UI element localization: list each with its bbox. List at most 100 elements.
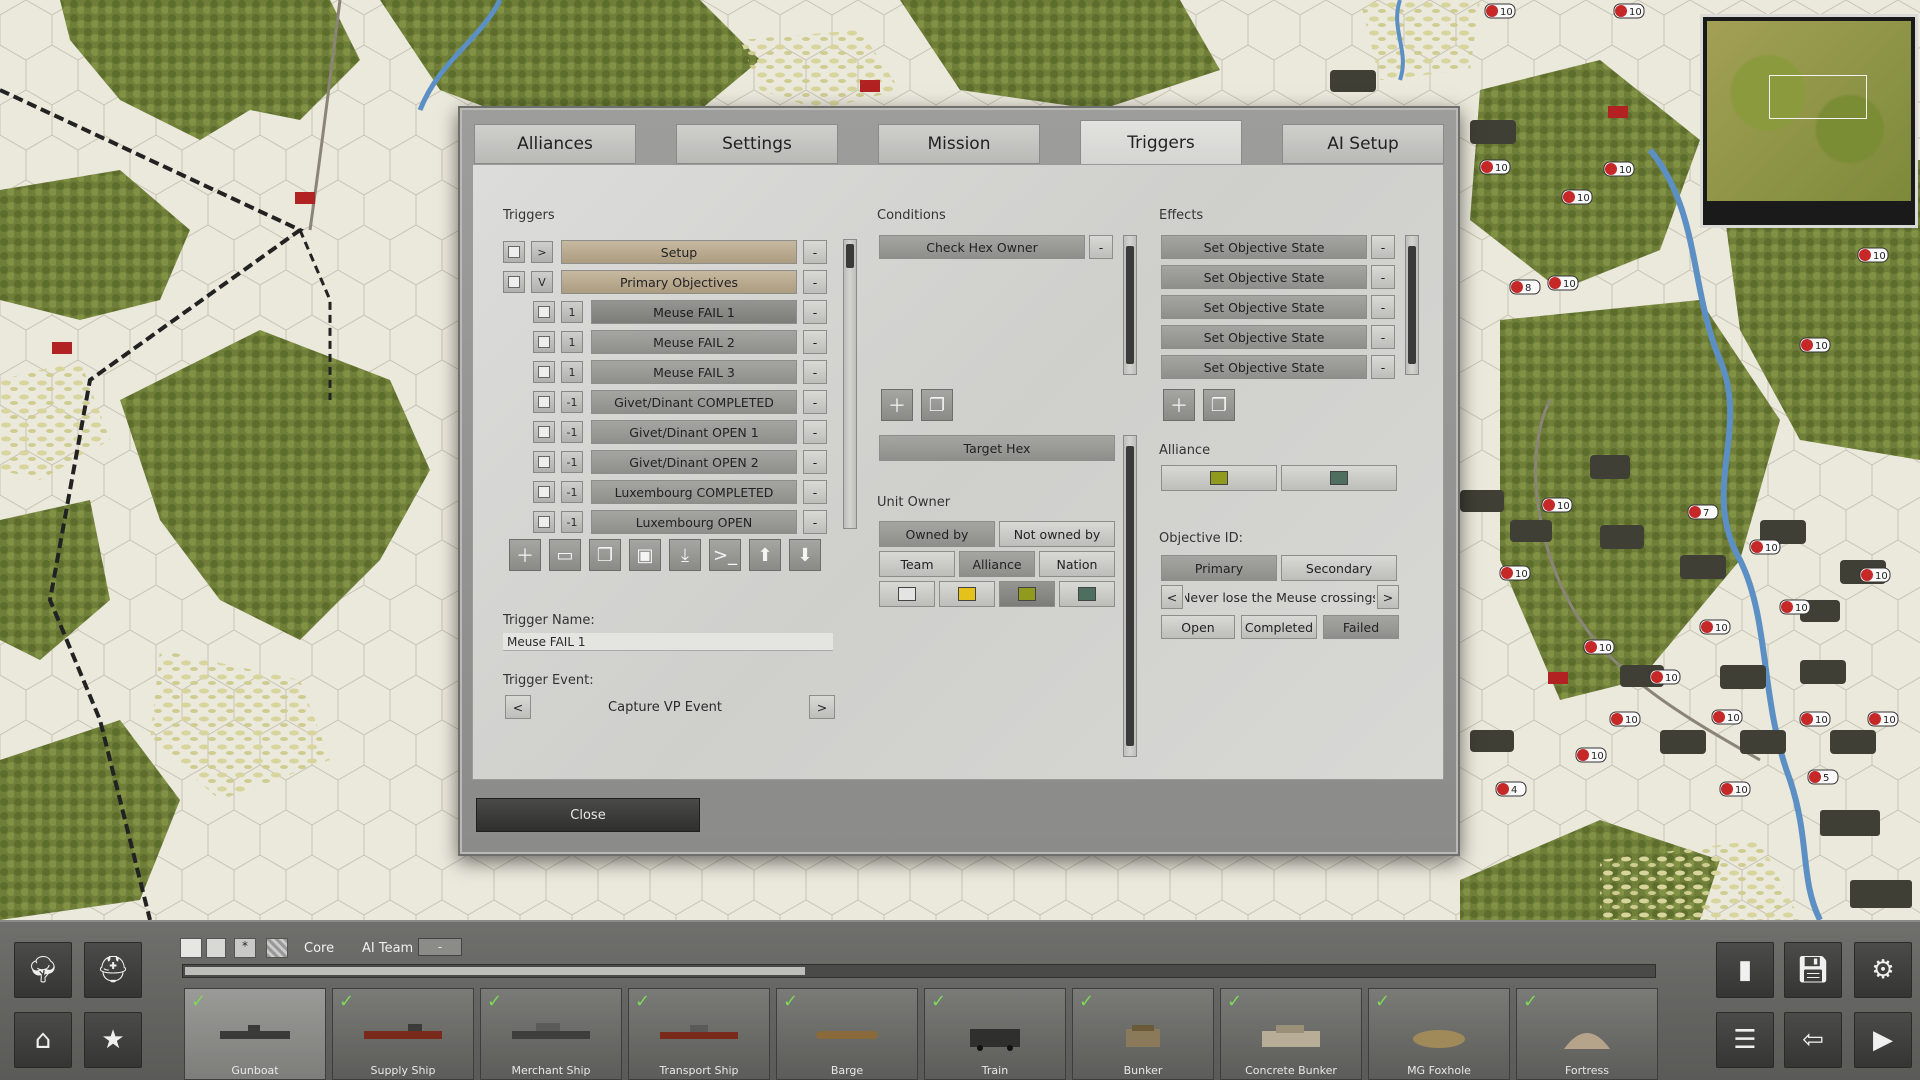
trigger-checkbox[interactable] [533, 421, 555, 443]
tab-triggers[interactable]: Triggers [1080, 120, 1242, 166]
trigger-name[interactable]: Luxembourg COMPLETED [591, 480, 797, 504]
primary-button[interactable]: Primary [1161, 555, 1277, 581]
owned-by-button[interactable]: Owned by [879, 521, 995, 547]
effect-item[interactable]: Set Objective State [1161, 265, 1367, 289]
tab-mission[interactable]: Mission [878, 124, 1040, 164]
objective-next-button[interactable]: > [1377, 585, 1399, 609]
save-game-icon[interactable]: 💾︎ [1784, 942, 1842, 998]
add-icon[interactable]: ＋ [509, 539, 541, 571]
owner-color-option[interactable] [939, 581, 995, 607]
effect-remove-button[interactable]: - [1371, 235, 1395, 259]
unit-card[interactable]: ✓ Concrete Bunker [1220, 988, 1362, 1080]
trigger-event-prev-button[interactable]: < [505, 695, 531, 719]
alliance-button[interactable]: Alliance [959, 551, 1035, 577]
trigger-name[interactable]: Givet/Dinant OPEN 1 [591, 420, 797, 444]
minimap[interactable] [1700, 14, 1918, 228]
home-icon[interactable]: ⌂ [14, 1012, 72, 1068]
effect-item[interactable]: Set Objective State [1161, 295, 1367, 319]
trigger-checkbox[interactable] [503, 271, 525, 293]
state-failed-button[interactable]: Failed [1323, 615, 1399, 639]
fill-swatch-icon[interactable] [180, 938, 202, 958]
condition-detail-scroll-thumb[interactable] [1126, 446, 1134, 746]
exit-icon[interactable]: ⇦ [1784, 1012, 1842, 1068]
trigger-checkbox[interactable] [533, 331, 555, 353]
not-owned-by-button[interactable]: Not owned by [999, 521, 1115, 547]
settings-gear-icon[interactable]: ⚙ [1854, 942, 1912, 998]
trigger-checkbox[interactable] [533, 391, 555, 413]
copy-condition-icon[interactable]: ❐ [921, 389, 953, 421]
unit-card[interactable]: ✓ Supply Ship [332, 988, 474, 1080]
close-button[interactable]: Close [476, 798, 700, 832]
move-down-icon[interactable]: ⬇ [789, 539, 821, 571]
unit-card[interactable]: ✓ Gunboat [184, 988, 326, 1080]
import-icon[interactable]: ⤓ [669, 539, 701, 571]
trigger-name-input[interactable]: Meuse FAIL 1 [503, 633, 833, 651]
unit-card[interactable]: ✓ Transport Ship [628, 988, 770, 1080]
tab-settings[interactable]: Settings [676, 124, 838, 164]
add-effect-icon[interactable]: ＋ [1163, 389, 1195, 421]
trigger-remove-button[interactable]: - [803, 270, 827, 294]
expander-toggle[interactable]: V [531, 271, 553, 293]
target-hex-button[interactable]: Target Hex [879, 435, 1115, 461]
unit-scroll-thumb[interactable] [185, 967, 805, 975]
trigger-name[interactable]: Meuse FAIL 2 [591, 330, 797, 354]
trigger-priority[interactable]: -1 [561, 451, 583, 473]
trigger-remove-button[interactable]: - [803, 420, 827, 444]
unit-scrollbar[interactable] [182, 964, 1656, 978]
minimap-viewport[interactable] [1769, 75, 1867, 119]
trigger-priority[interactable]: -1 [561, 391, 583, 413]
trigger-checkbox[interactable] [503, 241, 525, 263]
condition-remove-button[interactable]: - [1089, 235, 1113, 259]
trigger-name[interactable]: Givet/Dinant OPEN 2 [591, 450, 797, 474]
nation-button[interactable]: Nation [1039, 551, 1115, 577]
trigger-checkbox[interactable] [533, 451, 555, 473]
conditions-scrollbar[interactable] [1123, 235, 1137, 375]
trigger-remove-button[interactable]: - [803, 330, 827, 354]
trigger-remove-button[interactable]: - [803, 300, 827, 324]
copy-icon[interactable]: ❐ [589, 539, 621, 571]
effect-remove-button[interactable]: - [1371, 265, 1395, 289]
trigger-checkbox[interactable] [533, 511, 555, 533]
owner-color-option[interactable] [879, 581, 935, 607]
effect-alliance-option-1[interactable] [1161, 465, 1277, 491]
effect-remove-button[interactable]: - [1371, 295, 1395, 319]
effect-item[interactable]: Set Objective State [1161, 235, 1367, 259]
trigger-remove-button[interactable]: - [803, 360, 827, 384]
terminal-icon[interactable]: >_ [709, 539, 741, 571]
trigger-checkbox[interactable] [533, 301, 555, 323]
state-completed-button[interactable]: Completed [1241, 615, 1317, 639]
add-condition-icon[interactable]: ＋ [881, 389, 913, 421]
document-icon[interactable]: ▮ [1716, 942, 1774, 998]
trigger-priority[interactable]: 1 [561, 301, 583, 323]
trigger-priority[interactable]: 1 [561, 361, 583, 383]
trigger-checkbox[interactable] [533, 361, 555, 383]
trigger-remove-button[interactable]: - [803, 510, 827, 534]
list-icon[interactable]: ☰ [1716, 1012, 1774, 1068]
ai-team-select[interactable]: - [418, 938, 462, 956]
trigger-list-scrollbar[interactable] [843, 239, 857, 529]
effect-remove-button[interactable]: - [1371, 325, 1395, 349]
trigger-remove-button[interactable]: - [803, 240, 827, 264]
trigger-name[interactable]: Meuse FAIL 1 [591, 300, 797, 324]
unit-card[interactable]: ✓ Fortress [1516, 988, 1658, 1080]
copy-effect-icon[interactable]: ❐ [1203, 389, 1235, 421]
effects-scroll-thumb[interactable] [1408, 246, 1416, 364]
effect-remove-button[interactable]: - [1371, 355, 1395, 379]
unit-card[interactable]: ✓ MG Foxhole [1368, 988, 1510, 1080]
trigger-priority[interactable]: -1 [561, 481, 583, 503]
star-icon[interactable]: ★ [84, 1012, 142, 1068]
effect-alliance-option-2[interactable] [1281, 465, 1397, 491]
tab-alliances[interactable]: Alliances [474, 124, 636, 164]
trigger-remove-button[interactable]: - [803, 450, 827, 474]
move-up-icon[interactable]: ⬆ [749, 539, 781, 571]
unit-card[interactable]: ✓ Barge [776, 988, 918, 1080]
objective-prev-button[interactable]: < [1161, 585, 1183, 609]
trigger-priority[interactable]: -1 [561, 511, 583, 533]
expander-toggle[interactable]: > [531, 241, 553, 263]
trigger-event-next-button[interactable]: > [809, 695, 835, 719]
condition-item[interactable]: Check Hex Owner [879, 235, 1085, 259]
pattern-icon[interactable] [266, 938, 288, 958]
trigger-name[interactable]: Setup [561, 240, 797, 264]
trigger-name[interactable]: Meuse FAIL 3 [591, 360, 797, 384]
team-button[interactable]: Team [879, 551, 955, 577]
